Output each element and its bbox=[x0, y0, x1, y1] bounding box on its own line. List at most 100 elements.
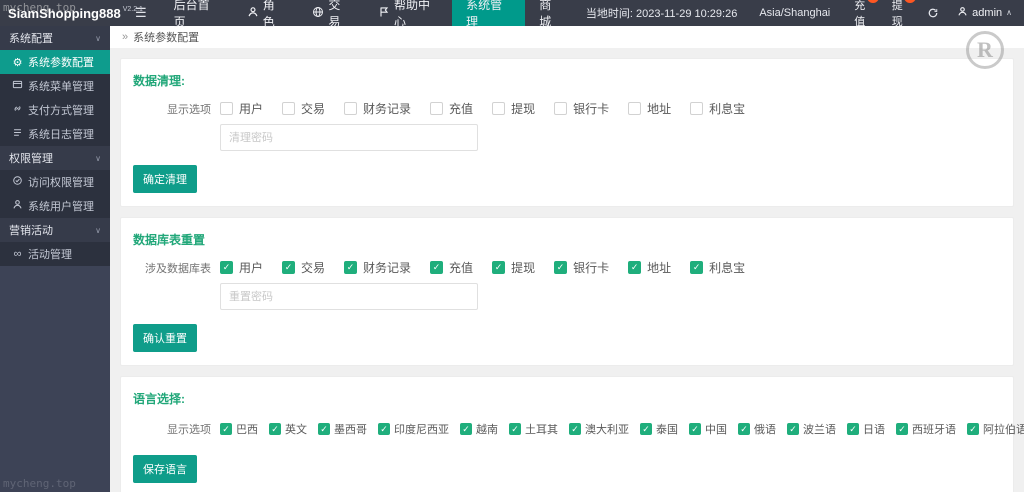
checkbox-option[interactable]: 利息宝 bbox=[690, 100, 745, 117]
nav-roles[interactable]: 角色 bbox=[233, 0, 299, 29]
checkbox-option[interactable]: ✓ 土耳其 bbox=[509, 421, 558, 437]
sidebar-group-system-config[interactable]: 系统配置 ∨ bbox=[0, 26, 110, 50]
checkbox-option[interactable]: 财务记录 bbox=[344, 100, 411, 117]
sidebar-item-system-logs[interactable]: 系统日志管理 bbox=[0, 122, 110, 146]
checkbox-option[interactable]: 用户 bbox=[220, 100, 263, 117]
nav-home[interactable]: 后台首页 bbox=[160, 0, 233, 29]
checkbox-label: 巴西 bbox=[236, 424, 258, 436]
withdraw-button[interactable]: 提现 0 bbox=[880, 0, 917, 29]
checkbox-checked[interactable]: ✓ bbox=[220, 261, 233, 274]
checkbox-option[interactable]: ✓ 英文 bbox=[269, 421, 307, 437]
checkbox-option[interactable]: ✓ 日语 bbox=[847, 421, 885, 437]
checkbox-option[interactable]: ✓ 墨西哥 bbox=[318, 421, 367, 437]
refresh-icon[interactable] bbox=[917, 7, 949, 19]
checkbox-checked[interactable]: ✓ bbox=[378, 423, 390, 435]
nav-trade[interactable]: 交易 bbox=[298, 0, 364, 29]
checkbox-option[interactable]: ✓ 巴西 bbox=[220, 421, 258, 437]
confirm-clean-button[interactable]: 确定清理 bbox=[133, 165, 197, 193]
sidebar-group-permissions[interactable]: 权限管理 ∨ bbox=[0, 146, 110, 170]
sidebar-item-access-permissions[interactable]: 访问权限管理 bbox=[0, 170, 110, 194]
checkbox-unchecked[interactable] bbox=[690, 102, 704, 115]
sidebar-item-system-params[interactable]: ⚙ 系统参数配置 bbox=[0, 50, 110, 74]
checkbox-option[interactable]: ✓ 利息宝 bbox=[690, 259, 745, 276]
chevron-down-icon: ∨ bbox=[95, 153, 101, 163]
chevron-up-icon: ∧ bbox=[1006, 7, 1012, 17]
checkbox-option[interactable]: ✓ 交易 bbox=[282, 259, 325, 276]
checkbox-checked[interactable]: ✓ bbox=[344, 261, 358, 274]
checkbox-label: 日语 bbox=[863, 424, 885, 436]
checkbox-unchecked[interactable] bbox=[554, 102, 568, 115]
checkbox-unchecked[interactable] bbox=[220, 102, 233, 115]
checkbox-option[interactable]: ✓ 西班牙语 bbox=[896, 421, 956, 437]
checkbox-option[interactable]: ✓ 银行卡 bbox=[554, 259, 609, 276]
checkbox-checked[interactable]: ✓ bbox=[847, 423, 859, 435]
checkbox-option[interactable]: ✓ 地址 bbox=[628, 259, 671, 276]
checkbox-option[interactable]: 充值 bbox=[430, 100, 473, 117]
card-db-reset: 数据库表重置 涉及数据库表 ✓ 用户 ✓ 交易 ✓ 财务记录 ✓ 充值 ✓ 提现 ✓ 银行卡 ✓ 地址 ✓ 利… bbox=[120, 217, 1014, 366]
sidebar-group-marketing[interactable]: 营销活动 ∨ bbox=[0, 218, 110, 242]
checkbox-option[interactable]: 地址 bbox=[628, 100, 671, 117]
checkbox-checked[interactable]: ✓ bbox=[640, 423, 652, 435]
checkbox-checked[interactable]: ✓ bbox=[554, 261, 568, 274]
checkbox-option[interactable]: ✓ 用户 bbox=[220, 259, 263, 276]
checkbox-option[interactable]: ✓ 财务记录 bbox=[344, 259, 411, 276]
hamburger-menu-icon[interactable]: ☰ bbox=[122, 0, 160, 26]
checkbox-option[interactable]: 交易 bbox=[282, 100, 325, 117]
checkbox-option[interactable]: ✓ 泰国 bbox=[640, 421, 678, 437]
nav-mall[interactable]: 商城 bbox=[525, 0, 576, 29]
checkbox-unchecked[interactable] bbox=[430, 102, 444, 115]
checkbox-option[interactable]: ✓ 中国 bbox=[689, 421, 727, 437]
checkbox-checked[interactable]: ✓ bbox=[690, 261, 704, 274]
nav-system-management[interactable]: 系统管理 bbox=[452, 0, 526, 29]
checkbox-unchecked[interactable] bbox=[344, 102, 358, 115]
checkbox-option[interactable]: ✓ 印度尼西亚 bbox=[378, 421, 449, 437]
checkbox-label: 银行卡 bbox=[573, 102, 610, 116]
sidebar-item-payment-methods[interactable]: 支付方式管理 bbox=[0, 98, 110, 122]
checkbox-checked[interactable]: ✓ bbox=[896, 423, 908, 435]
confirm-reset-button[interactable]: 确认重置 bbox=[133, 324, 197, 352]
row-label-db-tables: 涉及数据库表 bbox=[145, 262, 211, 275]
checkbox-checked[interactable]: ✓ bbox=[738, 423, 750, 435]
checkbox-unchecked[interactable] bbox=[628, 102, 642, 115]
checkbox-checked[interactable]: ✓ bbox=[220, 423, 232, 435]
checkbox-checked[interactable]: ✓ bbox=[282, 261, 296, 274]
sidebar-item-system-users[interactable]: 系统用户管理 bbox=[0, 194, 110, 218]
recharge-button[interactable]: 充值 0 bbox=[842, 0, 879, 29]
clean-password-input[interactable] bbox=[220, 124, 478, 151]
checkbox-label: 利息宝 bbox=[709, 261, 746, 275]
checkbox-checked[interactable]: ✓ bbox=[318, 423, 330, 435]
checkbox-option[interactable]: ✓ 澳大利亚 bbox=[569, 421, 629, 437]
nav-help-center[interactable]: 帮助中心 bbox=[364, 0, 452, 29]
checkbox-label: 墨西哥 bbox=[334, 424, 367, 436]
sidebar-item-activity-management[interactable]: ∞ 活动管理 bbox=[0, 242, 110, 266]
checkbox-option[interactable]: ✓ 越南 bbox=[460, 421, 498, 437]
checkbox-checked[interactable]: ✓ bbox=[269, 423, 281, 435]
checkbox-label: 充值 bbox=[449, 261, 474, 275]
sidebar-item-menu-management[interactable]: 系统菜单管理 bbox=[0, 74, 110, 98]
user-menu[interactable]: admin ∧ bbox=[949, 6, 1024, 20]
checkbox-checked[interactable]: ✓ bbox=[689, 423, 701, 435]
checkbox-unchecked[interactable] bbox=[492, 102, 506, 115]
checkbox-checked[interactable]: ✓ bbox=[787, 423, 799, 435]
checkbox-checked[interactable]: ✓ bbox=[967, 423, 979, 435]
checkbox-option[interactable]: ✓ 提现 bbox=[492, 259, 535, 276]
checkbox-checked[interactable]: ✓ bbox=[460, 423, 472, 435]
checkbox-option[interactable]: ✓ 充值 bbox=[430, 259, 473, 276]
checkbox-label: 用户 bbox=[239, 261, 264, 275]
checkbox-option[interactable]: ✓ 波兰语 bbox=[787, 421, 836, 437]
checkbox-option[interactable]: 提现 bbox=[492, 100, 535, 117]
checkbox-checked[interactable]: ✓ bbox=[509, 423, 521, 435]
checkbox-checked[interactable]: ✓ bbox=[492, 261, 506, 274]
checkbox-label: 提现 bbox=[511, 102, 536, 116]
checkbox-option[interactable]: ✓ 阿拉伯语 bbox=[967, 421, 1024, 437]
checkbox-label: 财务记录 bbox=[363, 261, 412, 275]
checkbox-unchecked[interactable] bbox=[282, 102, 296, 115]
checkbox-option[interactable]: 银行卡 bbox=[554, 100, 609, 117]
save-language-button[interactable]: 保存语言 bbox=[133, 455, 197, 483]
reset-password-input[interactable] bbox=[220, 283, 478, 310]
checkbox-option[interactable]: ✓ 俄语 bbox=[738, 421, 776, 437]
checkbox-checked[interactable]: ✓ bbox=[430, 261, 444, 274]
checkbox-checked[interactable]: ✓ bbox=[569, 423, 581, 435]
checkbox-label: 澳大利亚 bbox=[585, 424, 629, 436]
checkbox-checked[interactable]: ✓ bbox=[628, 261, 642, 274]
